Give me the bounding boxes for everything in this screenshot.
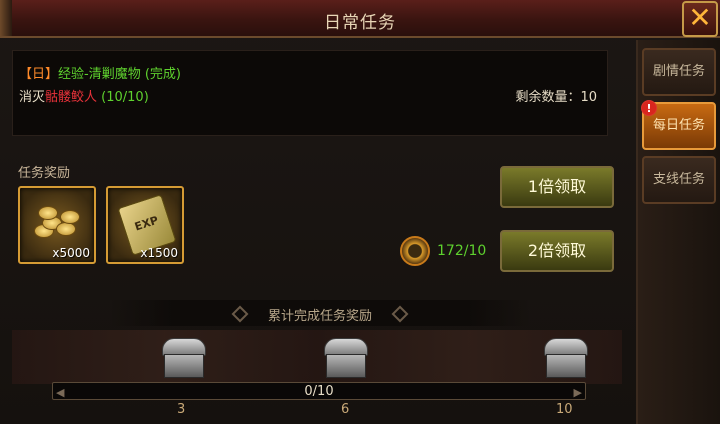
milestone-label-6: 6 xyxy=(341,402,350,417)
daily-token-icon xyxy=(400,236,430,266)
title-bar: 日常任务 xyxy=(0,0,720,38)
tab-side-tasks[interactable]: 支线任务 xyxy=(642,156,716,204)
objective-progress: (10/10) xyxy=(101,90,149,105)
milestone-label-3: 3 xyxy=(177,402,186,417)
exp-scroll-text: EXP xyxy=(133,213,160,234)
daily-task-window: 日常任务 ✕ 【日】经验-清剿魔物 (完成) 消灭骷髅鲛人 (10/10) 剩余… xyxy=(0,0,720,424)
cumulative-banner: 累计完成任务奖励 xyxy=(110,300,530,326)
cumulative-label: 累计完成任务奖励 xyxy=(267,309,372,324)
chest-body xyxy=(546,354,586,378)
reward-item-exp[interactable]: EXP x1500 xyxy=(106,186,184,264)
objective-prefix: 消灭 xyxy=(19,90,46,105)
tab-label: 支线任务 xyxy=(652,172,705,187)
reward-item-gold[interactable]: x5000 xyxy=(18,186,96,264)
cumulative-progress-bar: ◀ 0/10 ▶ xyxy=(52,382,586,400)
task-name: 经验-清剿魔物 xyxy=(58,67,141,82)
tab-daily-tasks[interactable]: ! 每日任务 xyxy=(641,100,716,150)
milestone-chest-10[interactable] xyxy=(542,338,590,380)
claim-2x-button[interactable]: 2倍领取 xyxy=(500,230,614,272)
remaining-count: 剩余数量：10 xyxy=(515,86,597,105)
chest-body xyxy=(164,354,204,378)
window-title: 日常任务 xyxy=(324,13,396,33)
remaining-label: 剩余数量： xyxy=(515,90,581,105)
task-info-box: 【日】经验-清剿魔物 (完成) 消灭骷髅鲛人 (10/10) 剩余数量：10 xyxy=(12,50,608,136)
objective-target: 骷髅鲛人 xyxy=(45,90,98,105)
remaining-value: 10 xyxy=(580,90,597,105)
reward-qty: x1500 xyxy=(140,246,178,260)
task-status: (完成) xyxy=(144,67,182,82)
tab-label: 每日任务 xyxy=(652,118,705,133)
milestone-label-10: 10 xyxy=(556,402,573,417)
close-button[interactable]: ✕ xyxy=(682,1,718,37)
milestone-chest-6[interactable] xyxy=(322,338,370,380)
token-count: 172/10 xyxy=(437,243,487,259)
task-category-tabs: 剧情任务 ! 每日任务 支线任务 xyxy=(636,40,720,424)
rewards-label: 任务奖励 xyxy=(18,166,71,181)
task-objective-line: 消灭骷髅鲛人 (10/10) xyxy=(19,86,149,105)
background-art xyxy=(12,330,622,384)
claim-1x-button[interactable]: 1倍领取 xyxy=(500,166,614,208)
progress-text: 0/10 xyxy=(304,384,334,399)
reward-qty: x5000 xyxy=(52,246,90,260)
tab-label: 剧情任务 xyxy=(652,64,705,79)
gold-coins-icon xyxy=(34,202,82,246)
arrow-right-icon: ▶ xyxy=(573,386,582,399)
task-title-line: 【日】经验-清剿魔物 (完成) xyxy=(19,63,181,82)
milestone-chest-3[interactable] xyxy=(160,338,208,380)
chest-body xyxy=(326,354,366,378)
task-tag: 【日】 xyxy=(19,67,59,82)
tab-story-tasks[interactable]: 剧情任务 xyxy=(642,48,716,96)
alert-icon: ! xyxy=(641,100,657,116)
